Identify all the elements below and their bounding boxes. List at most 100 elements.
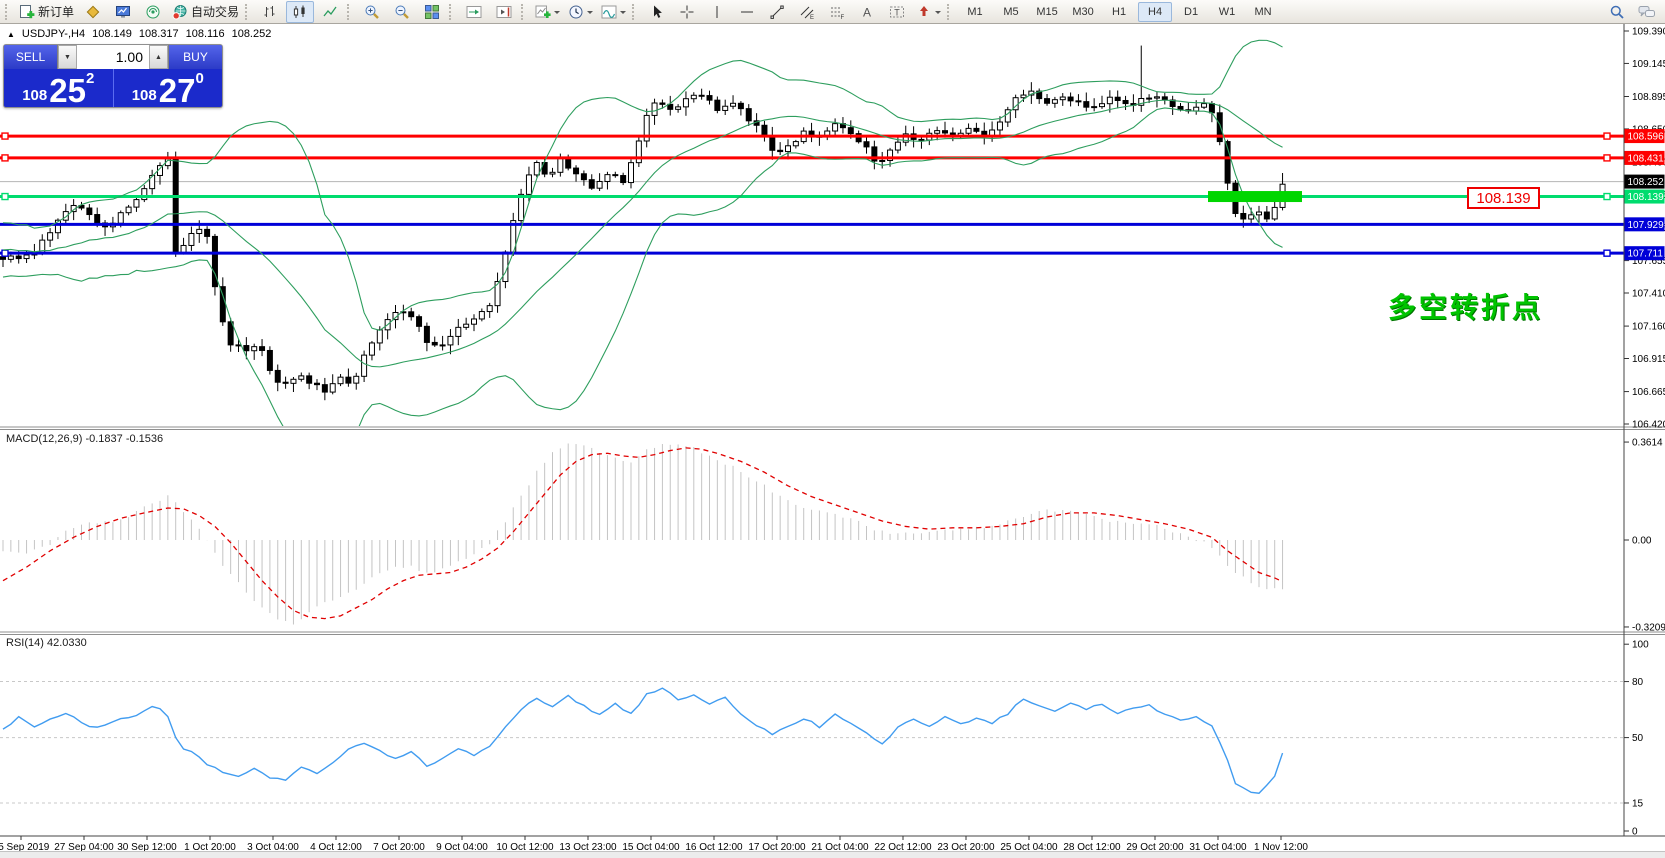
price-tick-label: 109.390	[1632, 27, 1665, 38]
zoom-out-button[interactable]	[388, 1, 416, 23]
sell-price-sup: 2	[86, 70, 94, 87]
chart-window: 109.390109.145108.895108.650108.400108.1…	[0, 24, 1665, 858]
text-label-icon: T	[889, 4, 905, 20]
hline-marker[interactable]	[1604, 133, 1610, 139]
hline-marker[interactable]	[2, 155, 8, 161]
bar-high: 108.317	[139, 28, 179, 40]
hline-marker[interactable]	[2, 194, 8, 200]
text-icon: A	[859, 4, 875, 20]
turning-point-annotation: 多空转折点	[1388, 286, 1543, 326]
hline-marker[interactable]	[1604, 194, 1610, 200]
buy-price[interactable]: 108 27 0	[113, 69, 223, 107]
timeframe-h4-button[interactable]: H4	[1138, 2, 1172, 22]
signals-button[interactable]	[139, 1, 167, 23]
chat-icon	[1638, 4, 1656, 20]
price-tags: 108.596108.431108.139107.929107.711108.2…	[1625, 129, 1665, 260]
bar-chart-icon	[262, 4, 278, 20]
hline-marker[interactable]	[1604, 155, 1610, 161]
toolbar-grip	[347, 4, 353, 20]
timeframe-m15-button[interactable]: M15	[1030, 2, 1064, 22]
macd-pane	[3, 444, 1283, 625]
trendline-tool-button[interactable]	[763, 1, 791, 23]
chart-profile-icon	[85, 4, 101, 20]
periods-button[interactable]	[565, 1, 596, 23]
indicators-button[interactable]	[532, 1, 563, 23]
tile-windows-button[interactable]	[418, 1, 446, 23]
market-watch-icon	[115, 4, 131, 20]
sell-price[interactable]: 108 25 2	[4, 69, 113, 107]
auto-trading-label: 自动交易	[191, 3, 239, 20]
timeframe-m5-button[interactable]: M5	[994, 2, 1028, 22]
fibonacci-tool-button[interactable]: F	[823, 1, 851, 23]
sell-button[interactable]: SELL	[4, 45, 57, 69]
timeframe-m1-button[interactable]: M1	[958, 2, 992, 22]
price-tick-label: 109.145	[1632, 59, 1665, 70]
toolbar-grip	[521, 4, 527, 20]
line-chart-icon	[322, 4, 338, 20]
buy-price-prefix: 108	[132, 88, 157, 105]
price-tick-label: 107.410	[1632, 289, 1665, 300]
one-click-trading-panel: SELL ▼ ▲ BUY 108 25 2 108 27 0	[3, 44, 223, 108]
cursor-tool-button[interactable]	[643, 1, 671, 23]
search-button[interactable]	[1603, 1, 1631, 23]
text-tool-button[interactable]: A	[853, 1, 881, 23]
volume-input[interactable]	[77, 45, 149, 69]
svg-text:E: E	[810, 15, 814, 20]
auto-trading-button[interactable]: 自动交易	[169, 1, 242, 23]
market-watch-button[interactable]	[109, 1, 137, 23]
zoom-in-button[interactable]	[358, 1, 386, 23]
rsi-pane	[0, 682, 1624, 803]
line-chart-button[interactable]	[316, 1, 344, 23]
timeframe-mn-button[interactable]: MN	[1246, 2, 1280, 22]
sell-price-prefix: 108	[22, 88, 47, 105]
vertical-line-tool-button[interactable]	[703, 1, 731, 23]
buy-button[interactable]: BUY	[169, 45, 222, 69]
rsi-tick-label: 50	[1632, 733, 1644, 744]
price-tick-label: 106.915	[1632, 354, 1665, 365]
auto-scroll-button[interactable]	[460, 1, 488, 23]
timeframe-m30-button[interactable]: M30	[1066, 2, 1100, 22]
templates-button[interactable]	[598, 1, 629, 23]
candlestick-chart-button[interactable]	[286, 1, 314, 23]
bar-chart-button[interactable]	[256, 1, 284, 23]
horizontal-scrollbar[interactable]	[0, 851, 1665, 858]
auto-trading-icon	[172, 4, 188, 20]
volume-down-button[interactable]: ▼	[58, 45, 77, 69]
horizontal-line-tool-button[interactable]	[733, 1, 761, 23]
price-tag-label: 108.596	[1628, 132, 1665, 143]
timeframe-d1-button[interactable]: D1	[1174, 2, 1208, 22]
chart-profile-button[interactable]	[79, 1, 107, 23]
buy-price-sup: 0	[195, 70, 203, 87]
cursor-icon	[649, 4, 665, 20]
volume-up-button[interactable]: ▲	[149, 45, 168, 69]
rsi-indicator-label: RSI(14) 42.0330	[6, 637, 87, 649]
chart-shift-icon	[496, 4, 512, 20]
symbol-ohlc-line: ▲ USDJPY-,H4 108.149 108.317 108.116 108…	[7, 28, 271, 40]
arrows-tool-button[interactable]	[913, 1, 944, 23]
price-tag-label: 108.139	[1628, 192, 1665, 203]
crosshair-tool-button[interactable]	[673, 1, 701, 23]
highlight-zone[interactable]	[1208, 191, 1302, 202]
svg-text:A: A	[863, 5, 871, 19]
timeframe-w1-button[interactable]: W1	[1210, 2, 1244, 22]
new-order-button[interactable]: 新订单	[16, 1, 77, 23]
hline-marker[interactable]	[2, 133, 8, 139]
collapse-triangle-icon[interactable]: ▲	[7, 30, 15, 39]
search-icon	[1609, 4, 1625, 20]
price-tick-label: 108.895	[1632, 92, 1665, 103]
hline-marker[interactable]	[2, 250, 8, 256]
timeframe-h1-button[interactable]: H1	[1102, 2, 1136, 22]
svg-text:T: T	[894, 7, 900, 17]
chat-button[interactable]	[1633, 1, 1661, 23]
horizontal-line-icon	[739, 4, 755, 20]
buy-price-big: 27	[159, 77, 196, 104]
price-tag-label: 107.929	[1628, 220, 1665, 231]
axes	[0, 24, 1665, 836]
chart-shift-button[interactable]	[490, 1, 518, 23]
equidistant-channel-tool-button[interactable]: E	[793, 1, 821, 23]
text-label-tool-button[interactable]: T	[883, 1, 911, 23]
price-axis[interactable]: 109.390109.145108.895108.650108.400108.1…	[1624, 27, 1665, 838]
hline-marker[interactable]	[1604, 250, 1610, 256]
macd-tick-label: 0.00	[1632, 536, 1652, 547]
chart-canvas[interactable]: 109.390109.145108.895108.650108.400108.1…	[0, 24, 1665, 858]
